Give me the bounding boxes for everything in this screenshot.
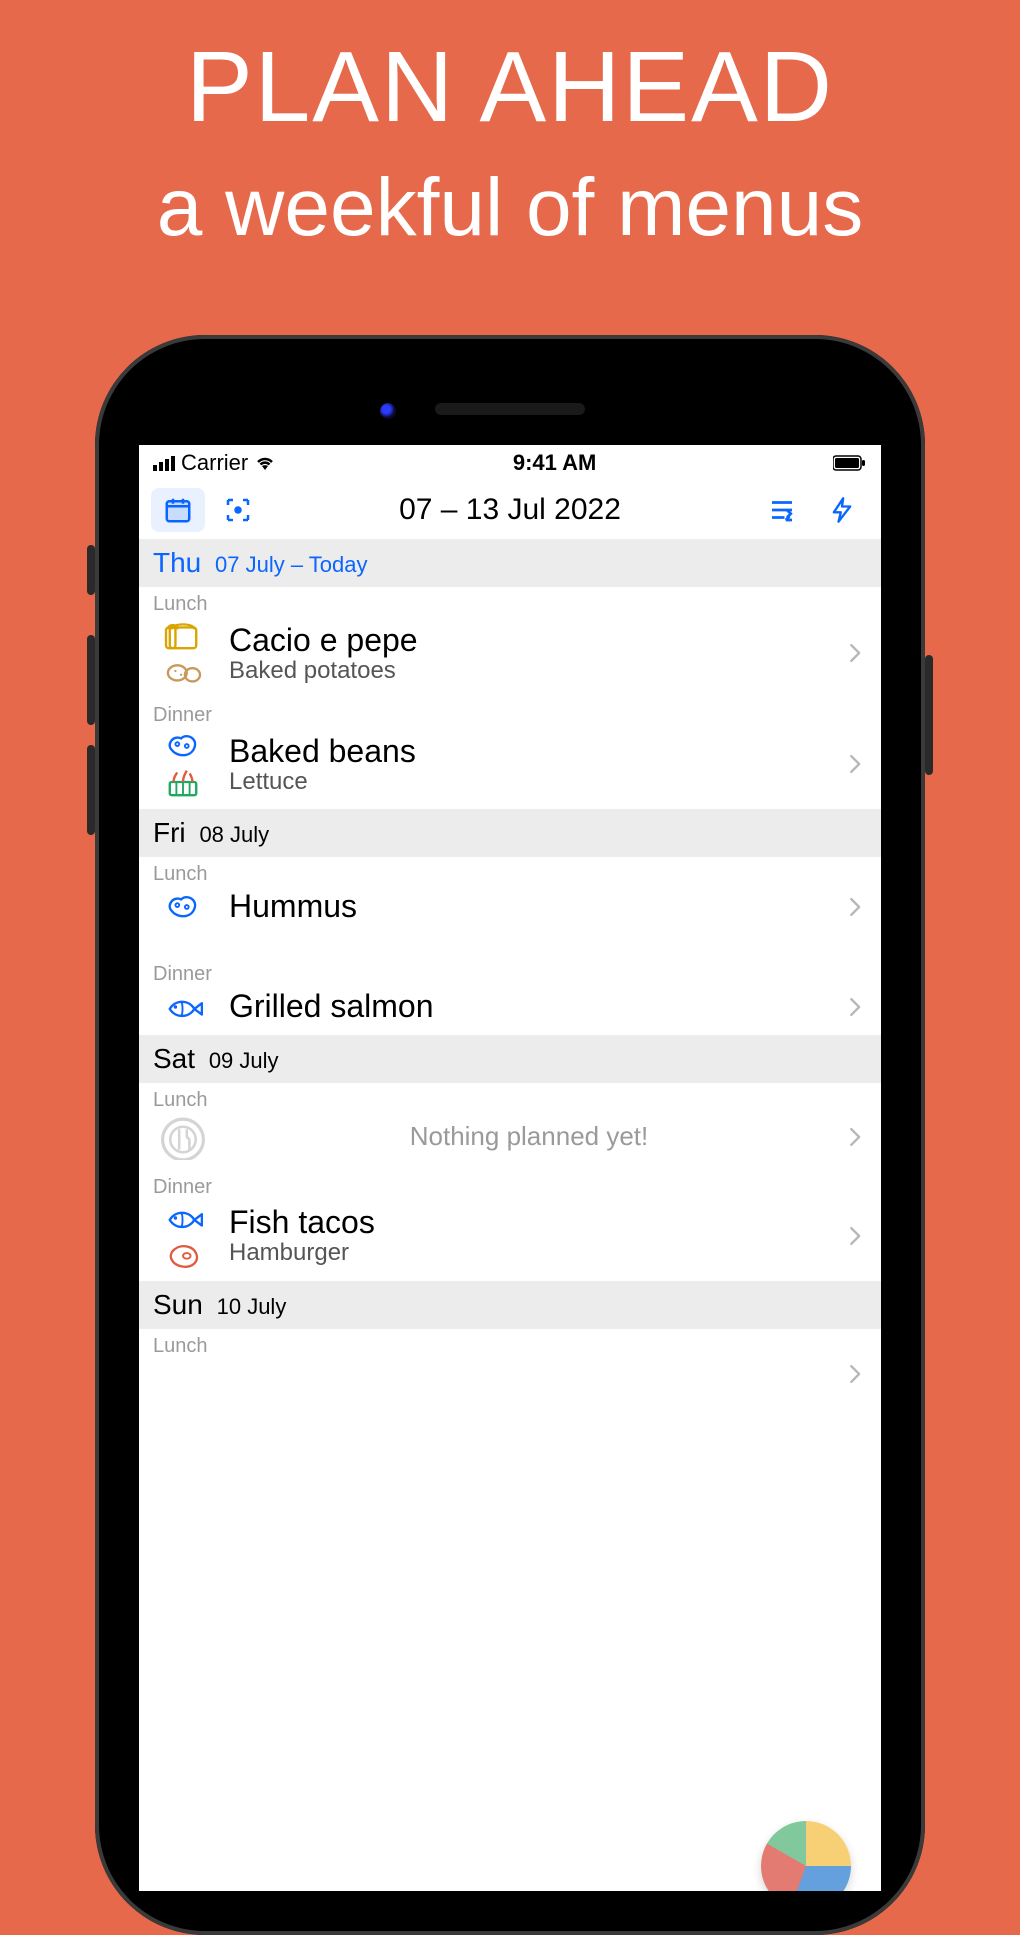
day-weekday: Thu: [153, 547, 201, 578]
fish-icon: [163, 990, 203, 1024]
day-header-fri[interactable]: Fri 08 July: [139, 809, 881, 857]
phone-side-button: [925, 655, 933, 775]
meal-label: Lunch: [153, 593, 867, 616]
week-list[interactable]: Thu 07 July – Today Lunch Cacio e pepe B…: [139, 539, 881, 1891]
meal-label: Dinner: [153, 963, 867, 986]
day-weekday: Sun: [153, 1289, 203, 1320]
meal-label: Lunch: [153, 1089, 867, 1112]
phone-frame: Carrier 9:41 AM: [95, 335, 925, 1935]
meal-label: Lunch: [153, 863, 867, 886]
meal-row-lunch[interactable]: Lunch Hummus: [139, 857, 881, 935]
shopping-list-button[interactable]: [755, 488, 809, 532]
beans-icon: [163, 890, 203, 924]
meal-main: Baked beans: [229, 733, 829, 770]
chevron-right-icon: [845, 893, 867, 921]
meal-side: Lettuce: [229, 768, 829, 796]
potato-icon: [163, 654, 203, 688]
meal-main: Hummus: [229, 888, 829, 925]
day-header-sat[interactable]: Sat 09 July: [139, 1035, 881, 1083]
carrier-label: Carrier: [181, 450, 248, 476]
app-screen: Carrier 9:41 AM: [139, 445, 881, 1891]
fish-icon: [163, 1201, 203, 1235]
day-header-thu[interactable]: Thu 07 July – Today: [139, 539, 881, 587]
promo-banner: PLAN AHEAD a weekful of menus: [0, 0, 1020, 255]
meal-label: Dinner: [153, 1176, 867, 1199]
promo-headline: PLAN AHEAD: [0, 30, 1020, 145]
focus-today-button[interactable]: [211, 488, 265, 532]
promo-subline: a weekful of menus: [0, 161, 1020, 255]
meal-row-dinner[interactable]: Dinner Fish tacos Hamburger: [139, 1170, 881, 1281]
meal-main: Cacio e pepe: [229, 622, 829, 659]
meal-row-lunch[interactable]: Lunch Nothing planned yet!: [139, 1083, 881, 1170]
day-date: 08 July: [199, 822, 269, 847]
meal-label: Dinner: [153, 704, 867, 727]
phone-side-button: [87, 745, 95, 835]
phone-side-button: [87, 545, 95, 595]
day-header-sun[interactable]: Sun 10 July: [139, 1281, 881, 1329]
chevron-right-icon: [845, 639, 867, 667]
meal-row-dinner[interactable]: Dinner Grilled salmon: [139, 957, 881, 1035]
chevron-right-icon: [845, 1360, 867, 1388]
veggies-icon: [163, 765, 203, 799]
battery-icon: [833, 455, 867, 471]
chevron-right-icon: [845, 993, 867, 1021]
calendar-tab-button[interactable]: [151, 488, 205, 532]
meal-row-lunch[interactable]: Lunch Cacio e pepe Baked potatoes: [139, 587, 881, 698]
phone-camera: [380, 403, 396, 419]
meal-main: Fish tacos: [229, 1204, 829, 1241]
meal-row-dinner[interactable]: Dinner Baked beans Lettuce: [139, 698, 881, 809]
day-date: 10 July: [217, 1294, 287, 1319]
meat-icon: [163, 1237, 203, 1271]
chevron-right-icon: [845, 750, 867, 778]
day-weekday: Fri: [153, 817, 186, 848]
meal-label: Lunch: [153, 1335, 867, 1358]
add-meal-fab[interactable]: [761, 1821, 851, 1891]
day-date: 09 July: [209, 1048, 279, 1073]
day-weekday: Sat: [153, 1043, 195, 1074]
phone-speaker: [435, 403, 585, 415]
meal-row-lunch[interactable]: Lunch: [139, 1329, 881, 1398]
signal-icon: [153, 455, 175, 471]
chevron-right-icon: [845, 1123, 867, 1151]
bread-icon: [163, 618, 203, 652]
status-time: 9:41 AM: [276, 450, 833, 476]
wifi-icon: [254, 455, 276, 471]
beans-icon: [163, 729, 203, 763]
empty-meal-text: Nothing planned yet!: [229, 1121, 829, 1152]
day-date: 07 July – Today: [215, 552, 367, 577]
quick-action-button[interactable]: [815, 488, 869, 532]
plate-empty-icon: [156, 1114, 210, 1160]
status-bar: Carrier 9:41 AM: [139, 445, 881, 481]
meal-main: Grilled salmon: [229, 988, 829, 1025]
week-range-title: 07 – 13 Jul 2022: [271, 493, 749, 527]
meal-side: Hamburger: [229, 1239, 829, 1267]
phone-side-button: [87, 635, 95, 725]
app-toolbar: 07 – 13 Jul 2022: [139, 481, 881, 539]
chevron-right-icon: [845, 1222, 867, 1250]
meal-side: Baked potatoes: [229, 657, 829, 685]
